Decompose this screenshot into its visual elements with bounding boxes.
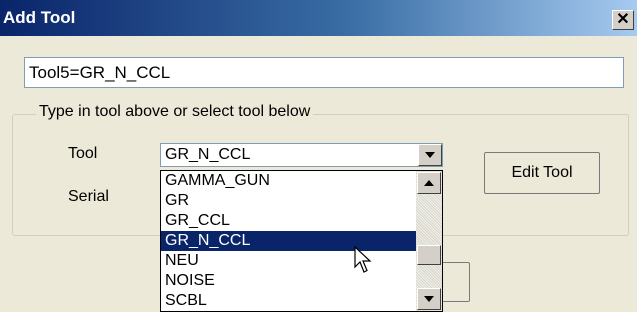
tool-combobox-value: GR_N_CCL: [165, 146, 251, 163]
dropdown-item[interactable]: GR: [161, 191, 417, 211]
dropdown-item[interactable]: NOISE: [161, 271, 417, 291]
tool-dropdown-list[interactable]: GAMMA_GUN GR GR_CCL GR_N_CCL NEU NOISE SCBL: [160, 170, 443, 312]
dropdown-items: GAMMA_GUN GR GR_CCL GR_N_CCL NEU NOISE SCBL: [161, 171, 417, 311]
scroll-up-button[interactable]: [417, 172, 441, 194]
tool-combobox-dropdown-button[interactable]: [418, 144, 442, 166]
dropdown-item[interactable]: GR_CCL: [161, 211, 417, 231]
mouse-pointer-icon: [354, 246, 372, 273]
chevron-down-icon: [425, 152, 435, 158]
dropdown-item[interactable]: NEU: [161, 251, 417, 271]
tool-input[interactable]: Tool5=GR_N_CCL: [24, 57, 624, 88]
tool-combobox[interactable]: GR_N_CCL: [160, 143, 443, 167]
edit-tool-button[interactable]: Edit Tool: [484, 152, 600, 194]
title-bar: Add Tool ✕: [0, 0, 637, 36]
dropdown-scrollbar[interactable]: [416, 171, 442, 311]
dropdown-item[interactable]: SCBL: [161, 291, 417, 311]
arrow-up-icon: [424, 180, 434, 186]
close-icon: ✕: [616, 11, 630, 28]
scroll-thumb[interactable]: [417, 245, 441, 265]
serial-label: Serial: [68, 188, 109, 205]
tool-label: Tool: [68, 145, 98, 162]
close-button[interactable]: ✕: [612, 10, 634, 30]
dropdown-item[interactable]: GAMMA_GUN: [161, 171, 417, 191]
scroll-down-button[interactable]: [417, 288, 441, 310]
arrow-down-icon: [424, 296, 434, 302]
window-title: Add Tool: [3, 8, 76, 27]
dropdown-item[interactable]: GR_N_CCL: [161, 231, 417, 251]
groupbox-label: Type in tool above or select tool below: [36, 103, 314, 121]
